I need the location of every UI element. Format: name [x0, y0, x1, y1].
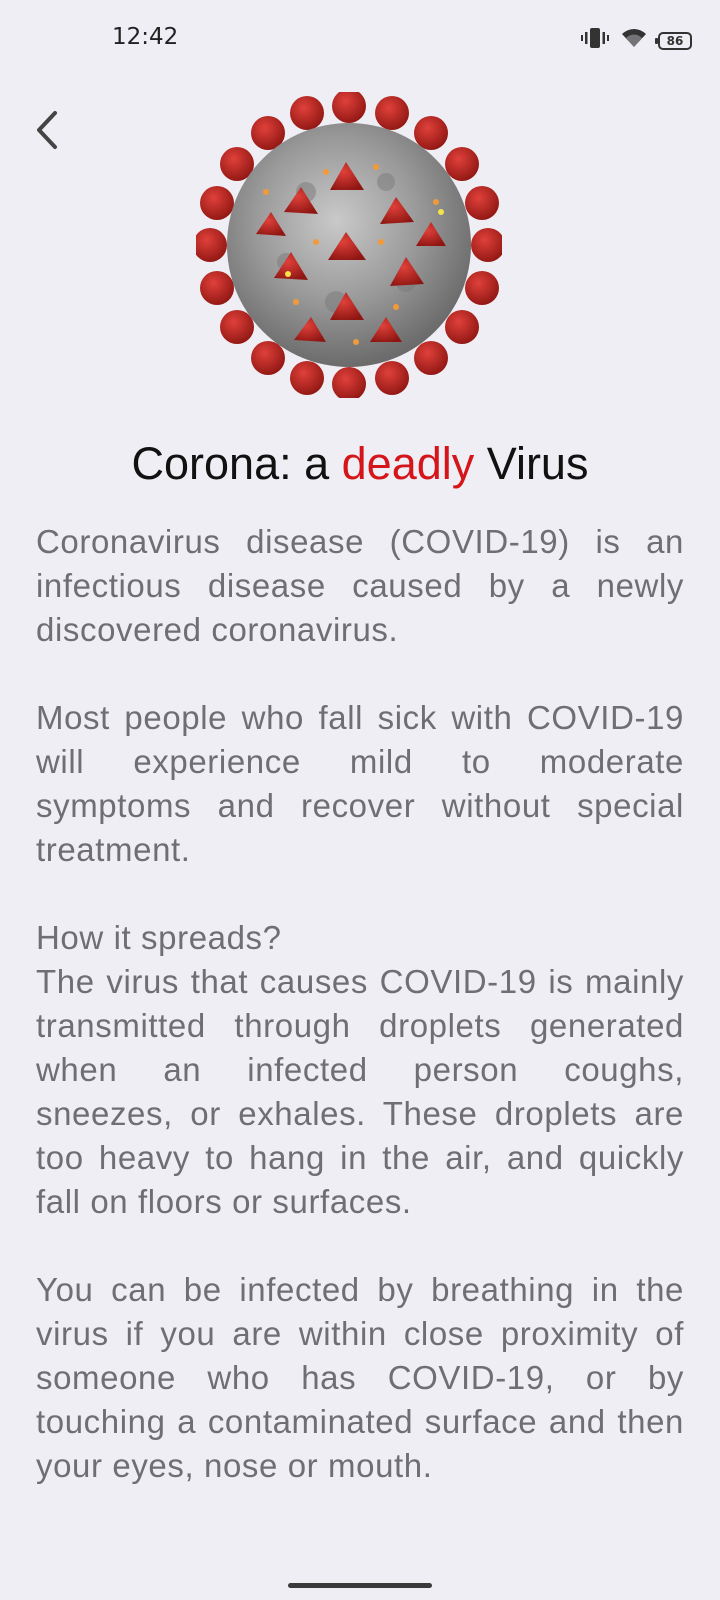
title-text-start: Corona: a — [131, 438, 342, 489]
chevron-left-icon — [33, 110, 63, 155]
back-button[interactable] — [26, 110, 70, 154]
wifi-icon — [620, 27, 648, 54]
article-body: Coronavirus disease (COVID-19) is an inf… — [36, 520, 684, 1532]
title-accent-word: deadly — [341, 438, 475, 489]
status-icons: 86 — [580, 26, 692, 55]
status-time: 12:42 — [112, 24, 179, 50]
subheading-spread: How it spreads? — [36, 919, 282, 956]
paragraph-symptoms: Most people who fall sick with COVID-19 … — [36, 699, 684, 868]
paragraph-intro: Coronavirus disease (COVID-19) is an inf… — [36, 523, 684, 648]
paragraph-transmission: The virus that causes COVID-19 is mainly… — [36, 963, 684, 1220]
status-bar: 12:42 86 — [0, 0, 720, 80]
home-indicator[interactable] — [288, 1583, 432, 1588]
page-title: Corona: a deadly Virus — [0, 438, 720, 490]
battery-icon: 86 — [655, 31, 692, 50]
title-text-end: Virus — [474, 438, 589, 489]
vibrate-icon — [580, 26, 610, 55]
coronavirus-illustration — [193, 89, 505, 401]
paragraph-infection: You can be infected by breathing in the … — [36, 1271, 684, 1484]
battery-level: 86 — [666, 33, 684, 48]
